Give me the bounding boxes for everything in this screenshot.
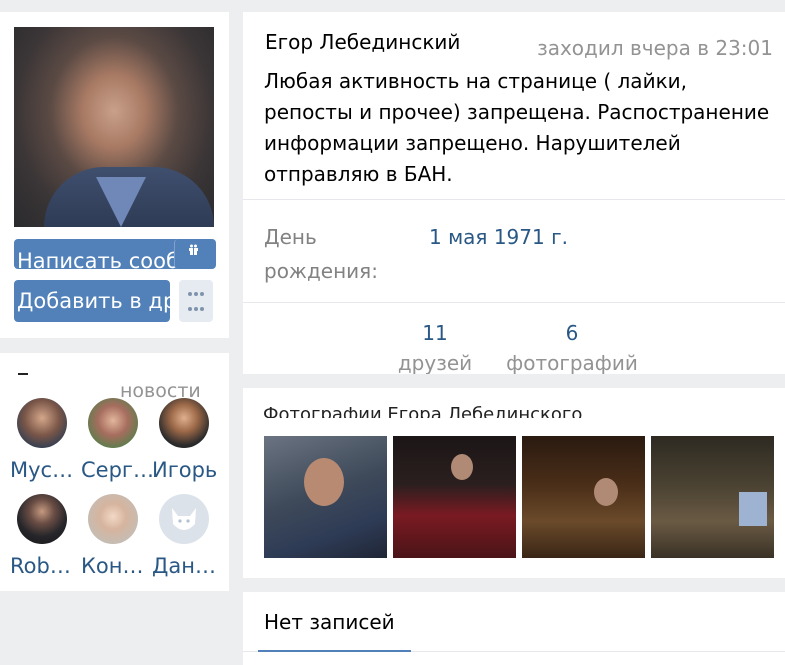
friend-item[interactable]: Мус… (10, 398, 80, 498)
friend-item[interactable]: Игорь (152, 398, 222, 498)
counter-number: 11 (422, 321, 448, 345)
counter-label: фотографий (506, 351, 638, 374)
birthday-value[interactable]: 1 мая 1971 г. (429, 220, 568, 254)
more-dot (200, 292, 204, 296)
friend-item[interactable]: Дан… (152, 494, 222, 591)
friend-item[interactable]: Серг… (81, 398, 153, 498)
more-dot (194, 292, 198, 296)
add-friend-label: Добавить в друзья (17, 289, 170, 313)
photos-card: Фотографии Егора Лебединского (243, 388, 785, 578)
profile-info-card: Егор Лебединский заходил вчера в 23:01 Л… (243, 12, 785, 374)
online-status: заходил вчера в 23:01 (537, 36, 773, 60)
more-actions-button[interactable] (179, 280, 213, 322)
friend-item[interactable]: Rob… (10, 494, 80, 591)
photo-shirt-shape (739, 492, 767, 526)
divider (243, 302, 785, 303)
active-tab-underline (258, 650, 411, 652)
deactivated-dog-icon (172, 508, 196, 530)
wall-card: Нет записей (243, 592, 785, 665)
friends-card: – новости Мус… Серг… Игорь Rob… Кон… Дан… (0, 353, 229, 591)
friend-name[interactable]: Игорь (152, 458, 224, 482)
friend-name[interactable]: Серг… (81, 458, 153, 482)
friend-name[interactable]: Кон… (81, 554, 153, 578)
wall-tab-no-posts[interactable]: Нет записей (264, 610, 395, 634)
gift-icon (189, 244, 198, 255)
photo-thumbnail[interactable] (264, 436, 387, 558)
add-friend-button[interactable]: Добавить в друзья (14, 280, 170, 322)
friend-avatar[interactable] (88, 494, 138, 544)
divider (243, 199, 785, 200)
friends-counter[interactable]: 11 друзей (365, 318, 505, 374)
friend-avatar[interactable] (159, 494, 209, 544)
counter-number: 6 (565, 321, 579, 345)
profile-avatar-card: Написать сообщение Добавить в друзья (0, 12, 229, 338)
photos-counter[interactable]: 6 фотографий (502, 318, 642, 374)
photo-face-shape (594, 478, 618, 506)
friend-avatar[interactable] (88, 398, 138, 448)
birthday-label: День рождения: (264, 225, 378, 283)
friend-avatar[interactable] (17, 494, 67, 544)
photo-face-shape (451, 454, 473, 480)
profile-status-text[interactable]: Любая активность на странице ( лайки, ре… (264, 66, 774, 190)
friend-name[interactable]: Дан… (152, 554, 224, 578)
friend-avatar[interactable] (17, 398, 67, 448)
friend-name[interactable]: Rob… (10, 554, 82, 578)
counter-label: друзей (397, 351, 473, 374)
more-dots-icon (188, 292, 192, 296)
friend-item[interactable]: Кон… (81, 494, 151, 591)
send-gift-button[interactable] (174, 239, 216, 269)
more-dot (200, 307, 204, 311)
friends-title-fragment (18, 373, 28, 375)
friend-avatar[interactable] (159, 398, 209, 448)
photo-face-shape (304, 458, 344, 506)
photo-thumbnail[interactable] (651, 436, 774, 558)
photo-thumbnail[interactable] (393, 436, 516, 558)
more-dot (188, 307, 192, 311)
profile-name: Егор Лебединский (265, 30, 461, 54)
photo-thumbnail[interactable] (522, 436, 645, 558)
more-dot (194, 307, 198, 311)
profile-avatar[interactable] (14, 27, 214, 227)
friend-name[interactable]: Мус… (10, 458, 82, 482)
photos-title[interactable]: Фотографии Егора Лебединского (263, 404, 582, 418)
